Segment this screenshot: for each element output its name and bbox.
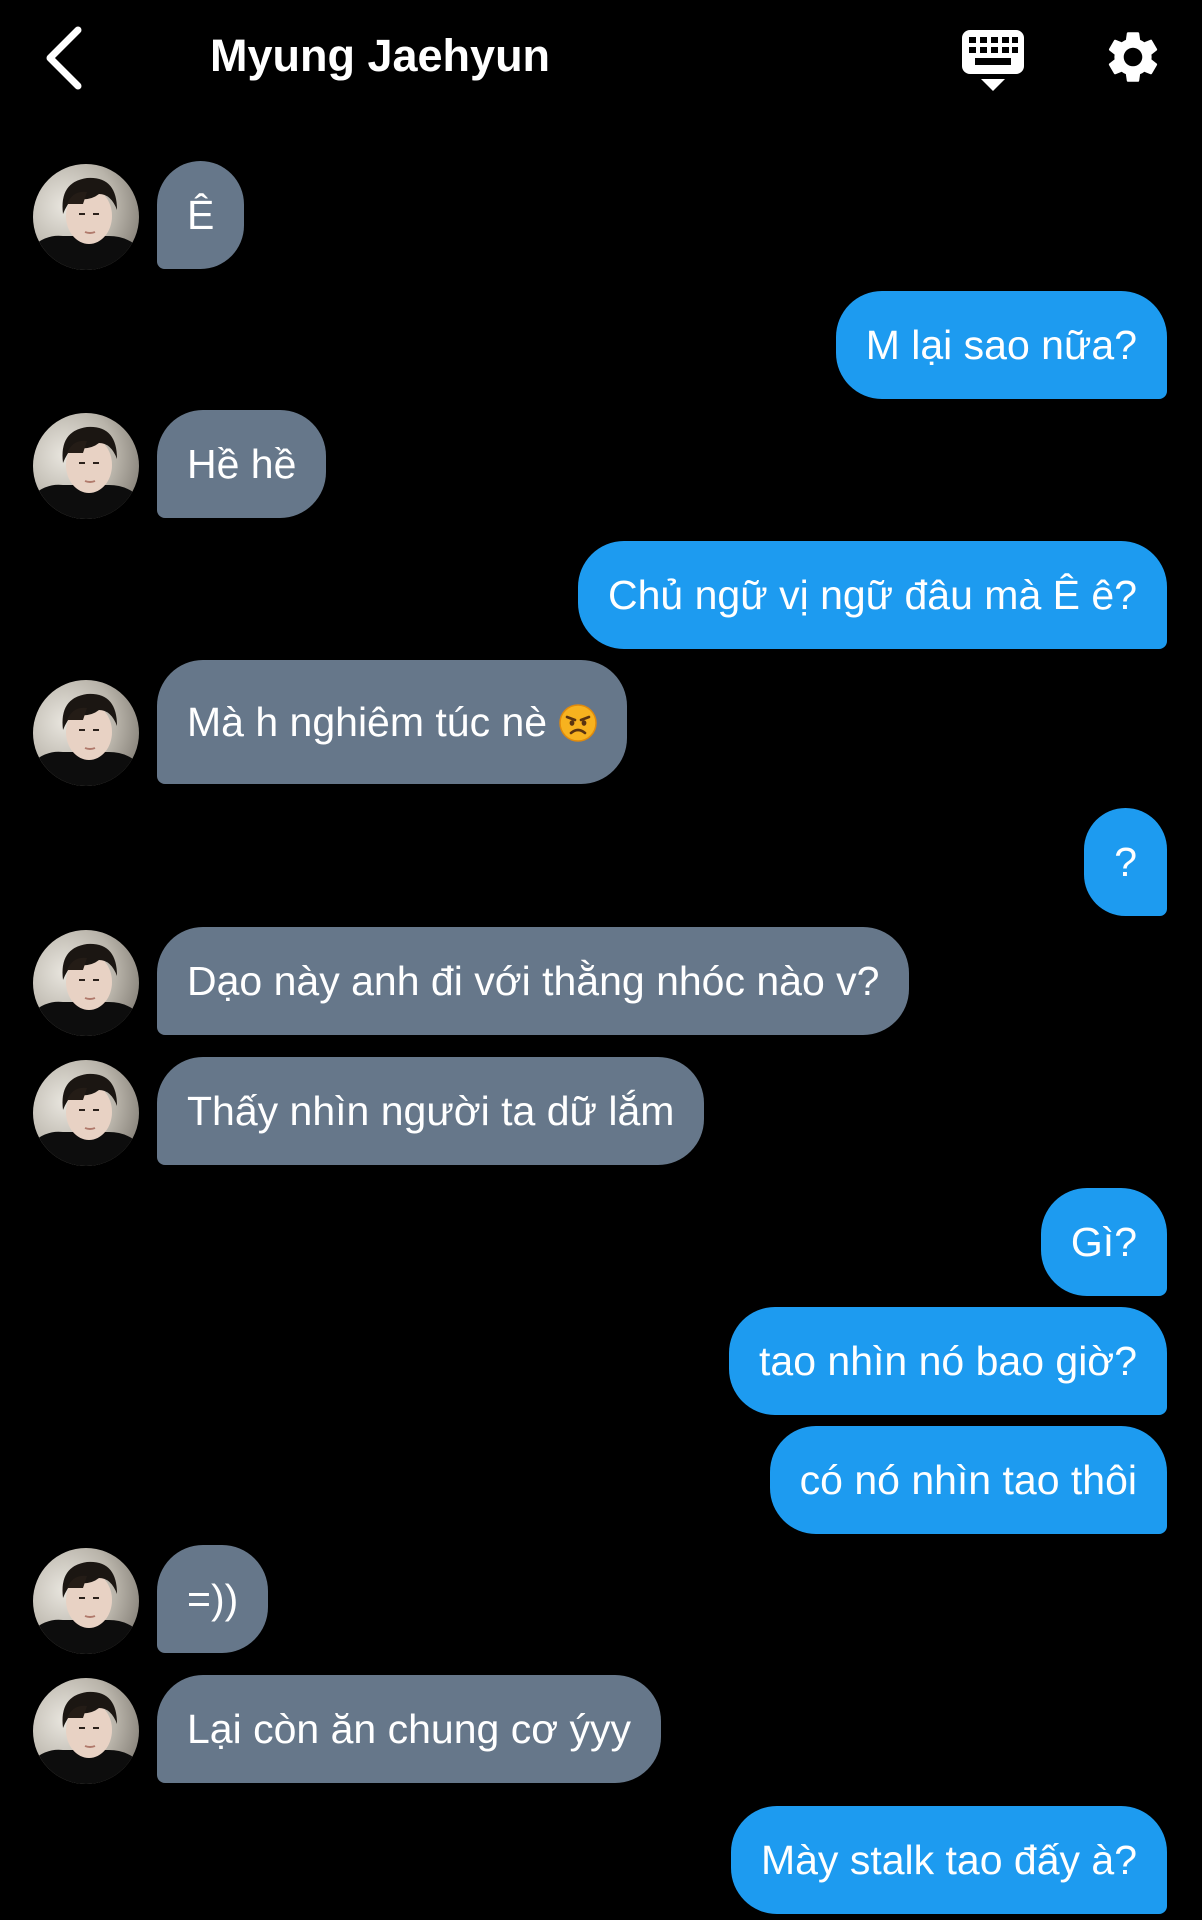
message-bubble-outgoing[interactable]: tao nhìn nó bao giờ?: [729, 1307, 1167, 1415]
message-row-outgoing: Gì?: [0, 1188, 1202, 1296]
message-bubble-incoming[interactable]: Mà h nghiêm túc nè: [157, 660, 628, 784]
message-text: Mà h nghiêm túc nè: [187, 699, 548, 745]
message-row-outgoing: có nó nhìn tao thôi: [0, 1426, 1202, 1534]
message-row-outgoing: M lại sao nữa?: [0, 291, 1202, 399]
message-bubble-outgoing[interactable]: Gì?: [1040, 1188, 1167, 1296]
message-bubble-outgoing[interactable]: có nó nhìn tao thôi: [769, 1426, 1167, 1534]
message-bubble-outgoing[interactable]: ?: [1084, 808, 1167, 916]
avatar[interactable]: [33, 1060, 139, 1166]
message-row-incoming: Hề hề: [0, 410, 1202, 518]
message-row-outgoing: tao nhìn nó bao giờ?: [0, 1307, 1202, 1415]
avatar[interactable]: [33, 1678, 139, 1784]
message-row-incoming: Mà h nghiêm túc nè: [0, 660, 1202, 784]
avatar[interactable]: [33, 680, 139, 786]
message-bubble-incoming[interactable]: =)): [157, 1545, 269, 1653]
back-button[interactable]: [36, 22, 96, 92]
message-bubble-incoming[interactable]: Ê: [157, 161, 245, 269]
message-bubble-incoming[interactable]: Thấy nhìn người ta dữ lắm: [157, 1057, 705, 1165]
gear-icon: [1108, 32, 1158, 82]
keyboard-icon: [962, 30, 1024, 91]
message-row-outgoing: Mày stalk tao đấy à?: [0, 1806, 1202, 1914]
message-bubble-outgoing[interactable]: Chủ ngữ vị ngữ đâu mà Ê ê?: [578, 541, 1167, 649]
settings-button[interactable]: [1102, 26, 1164, 88]
message-row-incoming: Lại còn ăn chung cơ ýyy: [0, 1675, 1202, 1783]
avatar[interactable]: [33, 1548, 139, 1654]
message-bubble-incoming[interactable]: Hề hề: [157, 410, 327, 518]
message-bubble-outgoing[interactable]: Mày stalk tao đấy à?: [730, 1806, 1167, 1914]
contact-name-title[interactable]: Myung Jaehyun: [210, 28, 550, 84]
message-bubble-incoming[interactable]: Lại còn ăn chung cơ ýyy: [157, 1675, 661, 1783]
chevron-left-icon: [46, 26, 82, 90]
message-row-outgoing: Chủ ngữ vị ngữ đâu mà Ê ê?: [0, 541, 1202, 649]
message-row-incoming: =)): [0, 1545, 1202, 1653]
message-row-outgoing: ?: [0, 808, 1202, 916]
message-row-incoming: Dạo này anh đi với thằng nhóc nào v?: [0, 927, 1202, 1035]
keyboard-button[interactable]: [960, 28, 1026, 92]
angry-face-icon: [559, 704, 597, 742]
message-row-incoming: Thấy nhìn người ta dữ lắm: [0, 1057, 1202, 1165]
chat-header: Myung Jaehyun: [0, 0, 1202, 120]
avatar[interactable]: [33, 930, 139, 1036]
avatar[interactable]: [33, 413, 139, 519]
message-row-incoming: Ê: [0, 161, 1202, 269]
message-bubble-outgoing[interactable]: M lại sao nữa?: [835, 291, 1167, 399]
avatar[interactable]: [33, 164, 139, 270]
message-bubble-incoming[interactable]: Dạo này anh đi với thằng nhóc nào v?: [157, 927, 910, 1035]
